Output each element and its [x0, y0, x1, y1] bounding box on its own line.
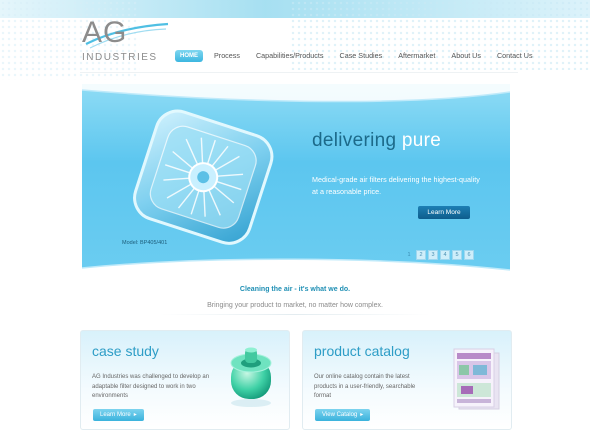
slogan-text: Cleaning the air - it's what we do.: [239, 286, 351, 293]
nav-item-aftermarket[interactable]: Aftermarket: [390, 48, 443, 63]
view-catalog-button-label: View Catalog: [322, 412, 358, 418]
green-filter-product-image: [230, 347, 272, 407]
catalog-title: product catalog: [314, 343, 410, 359]
hero-banner: delivering pure Medical-grade air filter…: [82, 84, 510, 280]
nav-item-case-studies[interactable]: Case Studies: [332, 48, 391, 63]
nav-item-about-us[interactable]: About Us: [443, 48, 489, 63]
nav-item-contact-us[interactable]: Contact Us: [489, 48, 541, 63]
hero-bottom-wave: [82, 258, 510, 280]
nav-divider: [80, 72, 518, 73]
case-study-text: AG Industries was challenged to develop …: [92, 374, 210, 399]
hero-tagline: delivering pure: [312, 130, 441, 152]
arrow-right-icon: ▸: [133, 412, 137, 418]
nav-item-capabilities-products[interactable]: Capabilities/Products: [248, 48, 332, 63]
catalog-brochure-image: [453, 348, 500, 410]
product-model-label: Model: BP405/401: [122, 240, 168, 246]
tagline-delivering: delivering: [312, 130, 402, 151]
logo-subtitle: INDUSTRIES: [82, 52, 158, 63]
ag-industries-logo[interactable]: AG INDUSTRIES: [80, 14, 170, 63]
hero-learn-more-button[interactable]: Learn More: [418, 206, 470, 219]
hero-description: Medical-grade air filters delivering the…: [312, 175, 480, 196]
nav-item-home[interactable]: HOME: [175, 49, 203, 62]
case-study-button-label: Learn More: [100, 412, 131, 418]
air-filter-product-image: [133, 109, 274, 245]
case-study-panel: case study AG Industries was challenged …: [80, 330, 290, 430]
case-study-title: case study: [92, 343, 159, 359]
logo-letters: AG: [82, 16, 128, 49]
arrow-right-icon: ▸: [360, 412, 364, 418]
catalog-text: Our online catalog contain the latest pr…: [314, 374, 416, 399]
section-divider: [160, 314, 430, 315]
subslogan-text: Bringing your product to market, no matt…: [207, 302, 383, 309]
case-study-learn-more-button[interactable]: Learn More ▸: [93, 409, 144, 421]
main-nav: HOME Process Capabilities/Products Case …: [175, 48, 541, 63]
tagline-pure: pure: [401, 130, 442, 151]
nav-item-process[interactable]: Process: [206, 48, 248, 63]
view-catalog-button[interactable]: View Catalog ▸: [315, 409, 371, 421]
product-catalog-panel: product catalog Our online catalog conta…: [302, 330, 512, 430]
